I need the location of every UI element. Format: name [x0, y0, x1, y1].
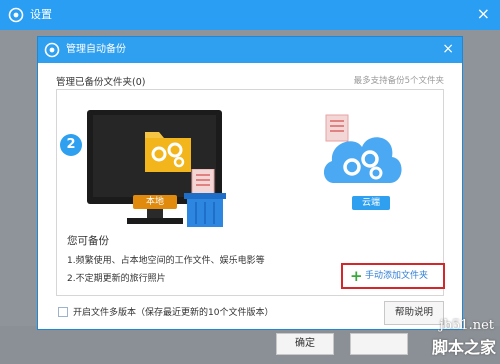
dialog-titlebar: 管理自动备份 × — [38, 37, 462, 63]
cancel-button[interactable] — [350, 333, 408, 355]
settings-window-title: 设置 — [30, 8, 52, 21]
gear-icon — [8, 7, 24, 23]
cloud-icon — [323, 114, 402, 183]
dialog-close-button[interactable]: × — [442, 41, 454, 57]
can-backup-heading: 您可备份 — [67, 235, 109, 247]
max-folders-hint: 最多支持备份5个文件夹 — [353, 76, 444, 86]
cloud-label: 云端 — [352, 196, 390, 210]
step-badge: 2 — [60, 134, 82, 156]
backed-up-folders-label: 管理已备份文件夹(0) — [56, 77, 146, 88]
file-versions-checkbox[interactable] — [58, 307, 68, 317]
manage-auto-backup-dialog: 管理自动备份 × 管理已备份文件夹(0) 最多支持备份5个文件夹 2 本地 云端… — [37, 36, 463, 330]
gear-icon — [44, 42, 60, 58]
settings-window-titlebar: 设置 × — [0, 0, 500, 30]
file-versions-label: 开启文件多版本（保存最近更新的10个文件版本） — [73, 308, 274, 318]
ok-button[interactable]: 确定 — [276, 333, 334, 355]
plus-icon: + — [350, 267, 363, 285]
add-folder-label: 手动添加文件夹 — [365, 271, 429, 281]
local-label: 本地 — [133, 195, 177, 209]
add-folder-button[interactable]: + 手动添加文件夹 — [341, 263, 445, 289]
site-watermark: jb51.net 脚本之家 — [402, 318, 500, 364]
dialog-title: 管理自动备份 — [66, 44, 126, 55]
backup-bin-icon — [184, 169, 226, 227]
settings-close-button[interactable]: × — [477, 5, 490, 23]
watermark-url: jb51.net — [439, 318, 494, 333]
watermark-name: 脚本之家 — [431, 338, 496, 357]
backup-suggestion-item: 1.频繁使用、占本地空间的工作文件、娱乐电影等 — [67, 256, 265, 266]
backup-suggestion-item: 2.不定期更新的旅行照片 — [67, 274, 166, 284]
